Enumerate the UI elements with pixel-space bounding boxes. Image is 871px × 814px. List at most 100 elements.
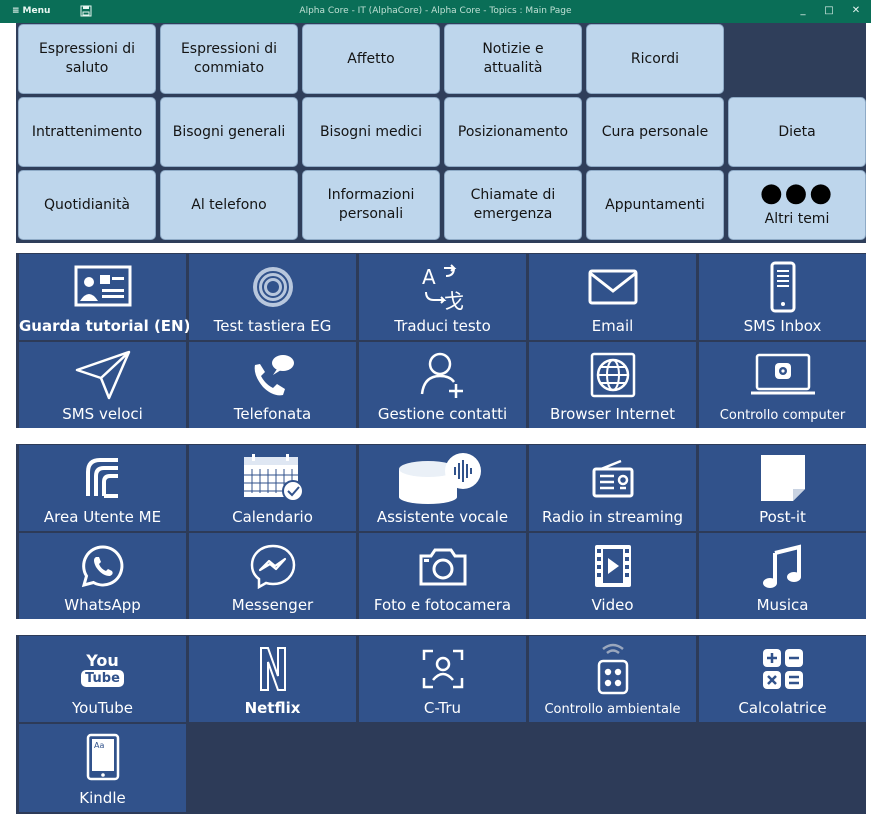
more-dots-icon: ●●●	[759, 177, 835, 208]
call-label: Telefonata	[233, 405, 312, 423]
postit-tile[interactable]: Post-it	[699, 445, 866, 531]
calculator-label: Calcolatrice	[738, 699, 827, 717]
calendar-icon	[243, 454, 304, 502]
youtube-logo-icon: You Tube	[81, 650, 124, 687]
youtube-logo-top: You	[86, 650, 119, 670]
apps-panel-2: Area Utente ME Calendario Assistente voc…	[16, 444, 866, 619]
me-logo-icon	[85, 458, 118, 498]
calculator-icon	[762, 649, 803, 689]
topic-general-needs[interactable]: Bisogni generali	[160, 97, 298, 167]
globe-icon	[590, 352, 635, 398]
postit-label: Post-it	[759, 508, 806, 526]
topic-daily-life[interactable]: Quotidianità	[18, 170, 156, 240]
video-tile[interactable]: Video	[529, 533, 696, 619]
face-scan-icon	[422, 649, 463, 689]
kindle-tile[interactable]: Aa Kindle	[19, 724, 186, 812]
topic-emergency-calls[interactable]: Chiamate di emergenza	[444, 170, 582, 240]
topics-grid: Espressioni di saluto Espressioni di com…	[16, 23, 866, 243]
tutorial-tile[interactable]: Guarda tutorial (EN)	[19, 254, 190, 340]
youtube-logo-bottom: Tube	[81, 669, 124, 687]
topic-affection[interactable]: Affetto	[302, 24, 440, 94]
topic-farewells[interactable]: Espressioni di commiato	[160, 24, 298, 94]
calendar-tile[interactable]: Calendario	[189, 445, 356, 531]
contacts-tile[interactable]: Gestione contatti	[359, 342, 526, 428]
browser-tile[interactable]: Browser Internet	[529, 342, 696, 428]
topic-more[interactable]: ●●● Altri temi	[728, 170, 866, 240]
eg-test-tile[interactable]: Test tastiera EG	[189, 254, 356, 340]
camera-icon	[419, 548, 466, 586]
computer-control-tile[interactable]: Controllo computer	[699, 342, 866, 428]
music-tile[interactable]: Musica	[699, 533, 866, 619]
sms-quick-label: SMS veloci	[62, 405, 143, 423]
me-area-label: Area Utente ME	[43, 508, 162, 526]
topic-memories[interactable]: Ricordi	[586, 24, 724, 94]
messenger-tile[interactable]: Messenger	[189, 533, 356, 619]
ereader-screen-text: Aa	[94, 741, 104, 750]
apps-panel-3: You Tube YouTube Netflix C-Tru Controllo…	[16, 635, 866, 814]
phone-call-icon	[254, 355, 294, 396]
music-label: Musica	[756, 596, 809, 614]
smartphone-icon	[770, 261, 795, 313]
netflix-tile[interactable]: Netflix	[189, 636, 356, 722]
eg-test-label: Test tastiera EG	[213, 317, 332, 335]
whatsapp-label: WhatsApp	[64, 596, 141, 614]
target-icon	[252, 267, 293, 307]
film-play-icon	[594, 545, 631, 587]
email-tile[interactable]: Email	[529, 254, 696, 340]
calculator-tile[interactable]: Calcolatrice	[699, 636, 866, 722]
topic-on-the-phone[interactable]: Al telefono	[160, 170, 298, 240]
topic-entertainment[interactable]: Intrattenimento	[18, 97, 156, 167]
minimize-button[interactable]: _	[792, 3, 814, 19]
calendar-label: Calendario	[232, 508, 313, 526]
email-label: Email	[591, 317, 634, 335]
radio-tile[interactable]: Radio in streaming	[529, 445, 696, 531]
photo-tile[interactable]: Foto e fotocamera	[359, 533, 526, 619]
translate-icon: A戈	[422, 264, 464, 312]
env-control-tile[interactable]: Controllo ambientale	[529, 636, 696, 722]
translate-label: Traduci testo	[394, 317, 491, 335]
remote-control-icon	[597, 643, 628, 695]
netflix-icon	[259, 647, 286, 691]
me-area-tile[interactable]: Area Utente ME	[19, 445, 186, 531]
contacts-label: Gestione contatti	[377, 405, 508, 423]
topic-news[interactable]: Notizie e attualità	[444, 24, 582, 94]
ereader-icon: Aa	[86, 733, 119, 781]
whatsapp-tile[interactable]: WhatsApp	[19, 533, 186, 619]
youtube-tile[interactable]: You Tube YouTube	[19, 636, 186, 722]
ctru-tile[interactable]: C-Tru	[359, 636, 526, 722]
window-title: Alpha Core - IT (AlphaCore) - Alpha Core…	[299, 6, 572, 16]
music-note-icon	[762, 544, 801, 588]
topic-positioning[interactable]: Posizionamento	[444, 97, 582, 167]
voice-assistant-tile[interactable]: Assistente vocale	[359, 445, 526, 531]
laptop-icon	[750, 353, 815, 395]
photo-label: Foto e fotocamera	[373, 596, 512, 614]
radio-icon	[592, 459, 633, 498]
netflix-label: Netflix	[244, 699, 301, 717]
youtube-label: YouTube	[72, 699, 133, 717]
maximize-button[interactable]: □	[818, 3, 840, 19]
smart-speaker-icon	[398, 453, 481, 504]
ctru-label: C-Tru	[423, 699, 462, 717]
call-tile[interactable]: Telefonata	[189, 342, 356, 428]
topic-greetings[interactable]: Espressioni di saluto	[18, 24, 156, 94]
video-label: Video	[591, 596, 634, 614]
messenger-icon	[250, 544, 295, 589]
sms-inbox-label: SMS Inbox	[743, 317, 822, 335]
messenger-label: Messenger	[231, 596, 314, 614]
topic-personal-care[interactable]: Cura personale	[586, 97, 724, 167]
env-control-label: Controllo ambientale	[544, 702, 681, 717]
video-tutorial-icon	[74, 265, 131, 307]
topic-appointments[interactable]: Appuntamenti	[586, 170, 724, 240]
topic-medical-needs[interactable]: Bisogni medici	[302, 97, 440, 167]
browser-label: Browser Internet	[549, 405, 676, 423]
translate-tile[interactable]: A戈 Traduci testo	[359, 254, 526, 340]
svg-text:戈: 戈	[444, 289, 464, 312]
topic-personal-info[interactable]: Informazioni personali	[302, 170, 440, 240]
apps-panel-1: Guarda tutorial (EN) Test tastiera EG A戈…	[16, 253, 866, 428]
sms-inbox-tile[interactable]: SMS Inbox	[699, 254, 866, 340]
topic-diet[interactable]: Dieta	[728, 97, 866, 167]
sms-quick-tile[interactable]: SMS veloci	[19, 342, 186, 428]
whatsapp-icon	[81, 545, 123, 588]
close-button[interactable]: ✕	[845, 3, 867, 19]
add-contact-icon	[420, 352, 463, 398]
